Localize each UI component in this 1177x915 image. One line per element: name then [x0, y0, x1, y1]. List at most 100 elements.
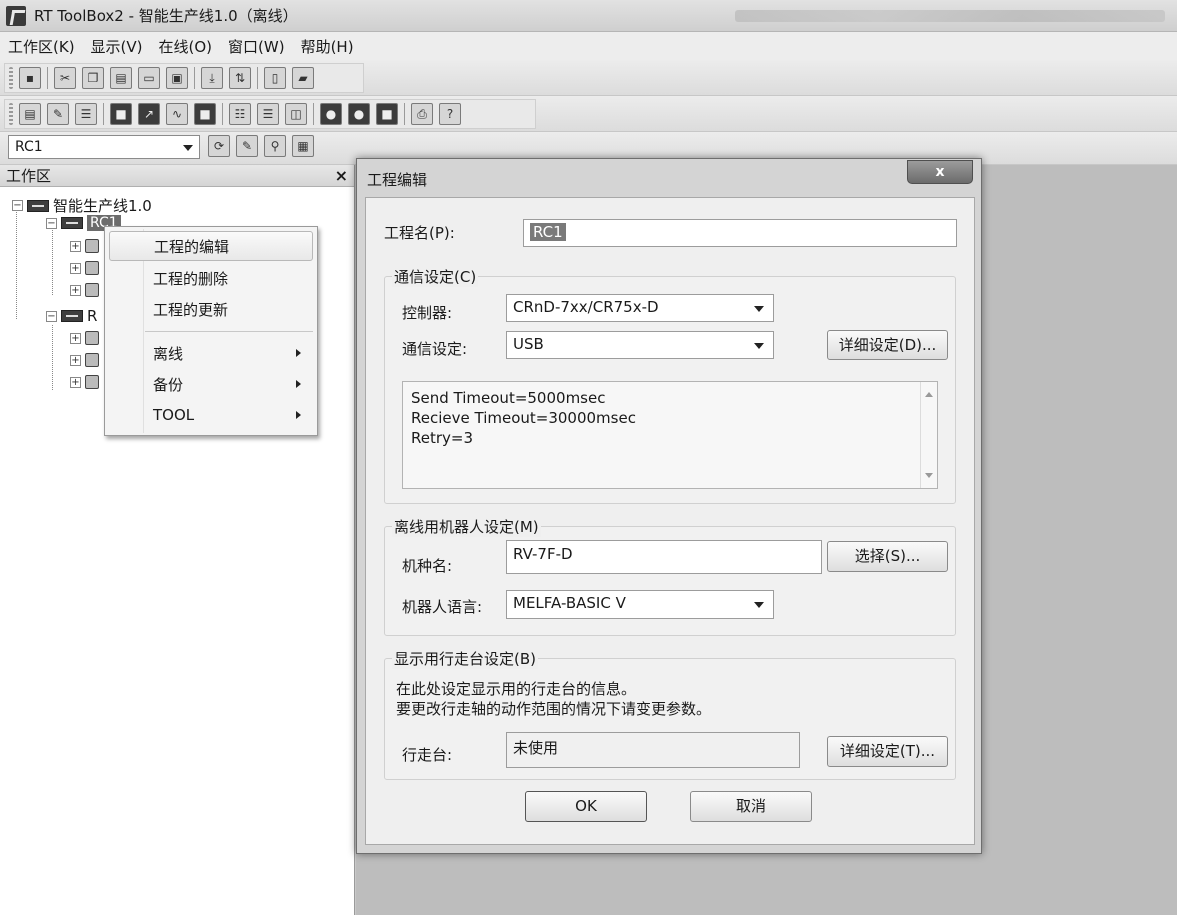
expand-icon[interactable]: +: [70, 262, 81, 274]
track-description-2: 要更改行走轴的动作范围的情况下请变更参数。: [396, 700, 712, 718]
tree-root[interactable]: − 智能生产线1.0: [12, 195, 152, 216]
disconnect-icon[interactable]: ▦: [292, 135, 314, 157]
tree-child[interactable]: +: [70, 375, 99, 389]
tile-vertical-icon[interactable]: ◫: [285, 103, 307, 125]
save-icon[interactable]: ▪: [19, 67, 41, 89]
paste-icon[interactable]: ▤: [110, 67, 132, 89]
offline-group-title: 离线用机器人设定(M): [392, 516, 541, 537]
submenu-arrow-icon: [296, 380, 301, 388]
printer-icon[interactable]: ⎙: [411, 103, 433, 125]
ok-button[interactable]: OK: [525, 791, 647, 822]
controller-select[interactable]: CRnD-7xx/CR75x-D: [506, 294, 774, 322]
scroll-up-icon[interactable]: [925, 392, 933, 397]
tree-project-2[interactable]: − R: [46, 307, 97, 325]
backup-icon: [85, 375, 99, 389]
ctx-item-delete-project[interactable]: 工程的删除: [105, 263, 317, 293]
cancel-button[interactable]: 取消: [690, 791, 812, 822]
expand-icon[interactable]: +: [70, 284, 81, 296]
robot-icon[interactable]: ●: [320, 103, 342, 125]
tree-child[interactable]: +: [70, 283, 99, 297]
expand-icon[interactable]: +: [70, 240, 81, 252]
tree-child[interactable]: +: [70, 239, 99, 253]
tile-stack-icon[interactable]: ☰: [257, 103, 279, 125]
tree-child[interactable]: +: [70, 353, 99, 367]
close-icon[interactable]: ×: [335, 166, 348, 185]
menu-view[interactable]: 显示(V): [91, 36, 143, 57]
comm-detail-button[interactable]: 详细设定(D)...: [827, 330, 948, 360]
clipboard-icon[interactable]: ▭: [138, 67, 160, 89]
toolbar-row-1: ▪ ✂ ❐ ▤ ▭ ▣ ⤓ ⇅ ▯ ▰: [0, 60, 1177, 96]
line-icon: [27, 199, 49, 212]
tile-horizontal-icon[interactable]: ☷: [229, 103, 251, 125]
tree-child[interactable]: +: [70, 331, 99, 345]
offline-icon: [85, 331, 99, 345]
comm-group-title: 通信设定(C): [392, 266, 479, 287]
document-edit-icon[interactable]: ▰: [292, 67, 314, 89]
standard-toolbar: ▪ ✂ ❐ ▤ ▭ ▣ ⤓ ⇅ ▯ ▰: [4, 63, 364, 93]
cut-icon[interactable]: ✂: [54, 67, 76, 89]
collapse-icon[interactable]: −: [12, 200, 23, 211]
ctx-item-offline[interactable]: 离线: [105, 338, 317, 368]
project-name-input[interactable]: RC1: [523, 219, 957, 247]
toolbar-grip[interactable]: [9, 67, 13, 89]
workspace-title: 工作区: [6, 167, 52, 185]
graph-icon[interactable]: ↗: [138, 103, 160, 125]
track-detail-button[interactable]: 详细设定(T)...: [827, 736, 948, 767]
dialog-close-button[interactable]: x: [907, 160, 973, 184]
backup-icon: [85, 283, 99, 297]
edit-program-icon[interactable]: ✎: [47, 103, 69, 125]
track-value-field: 未使用: [506, 732, 800, 768]
menu-online[interactable]: 在线(O): [159, 36, 213, 57]
send-timeout-line: Send Timeout=5000msec: [411, 389, 606, 407]
track-group-title: 显示用行走台设定(B): [392, 648, 538, 669]
collapse-icon[interactable]: −: [46, 310, 57, 322]
track-description-1: 在此处设定显示用的行走台的信息。: [396, 680, 637, 698]
robot-project-icon: [61, 217, 83, 229]
workspace-header: 工作区 ×: [0, 165, 354, 187]
comm-select[interactable]: USB: [506, 331, 774, 359]
new-program-icon[interactable]: ▤: [19, 103, 41, 125]
tree-child[interactable]: +: [70, 261, 99, 275]
scroll-down-icon[interactable]: [925, 473, 933, 478]
help-icon[interactable]: ?: [439, 103, 461, 125]
title-bar: RT ToolBox2 - 智能生产线1.0（离线）: [0, 0, 1177, 32]
menu-bar: 工作区(K) 显示(V) 在线(O) 窗口(W) 帮助(H): [0, 32, 1177, 60]
copy-icon[interactable]: ❐: [82, 67, 104, 89]
maintenance-icon[interactable]: ■: [376, 103, 398, 125]
toolbar-grip[interactable]: [9, 103, 13, 125]
robot-project-icon: [61, 310, 83, 322]
language-select[interactable]: MELFA-BASIC V: [506, 590, 774, 619]
submenu-arrow-icon: [296, 411, 301, 419]
controller-icon[interactable]: ●: [348, 103, 370, 125]
menu-window[interactable]: 窗口(W): [228, 36, 285, 57]
expand-icon[interactable]: +: [70, 332, 81, 344]
program-list-icon[interactable]: ☰: [75, 103, 97, 125]
print-preview-icon[interactable]: ▣: [166, 67, 188, 89]
language-label: 机器人语言:: [402, 598, 483, 616]
select-model-button[interactable]: 选择(S)...: [827, 541, 948, 572]
toolbar-row-2: ▤ ✎ ☰ ■ ↗ ∿ ■ ☷ ☰ ◫ ● ● ■ ⎙ ?: [0, 96, 1177, 132]
ctx-item-update-project[interactable]: 工程的更新: [105, 294, 317, 324]
robot-selector[interactable]: RC1: [8, 135, 200, 159]
document-icon[interactable]: ▯: [264, 67, 286, 89]
link-icon[interactable]: ⚲: [264, 135, 286, 157]
ctx-item-tool[interactable]: TOOL: [105, 400, 317, 430]
expand-icon[interactable]: +: [70, 376, 81, 388]
ctx-item-backup[interactable]: 备份: [105, 369, 317, 399]
monitor-icon[interactable]: ■: [110, 103, 132, 125]
menu-workspace[interactable]: 工作区(K): [8, 36, 75, 57]
download-icon[interactable]: ⤓: [201, 67, 223, 89]
wave-icon[interactable]: ∿: [166, 103, 188, 125]
menu-help[interactable]: 帮助(H): [301, 36, 354, 57]
expand-icon[interactable]: +: [70, 354, 81, 366]
ctx-item-edit-project[interactable]: 工程的编辑: [109, 231, 313, 261]
edit-icon[interactable]: ✎: [236, 135, 258, 157]
model-input[interactable]: RV-7F-D: [506, 540, 822, 574]
robot-toolbar: ▤ ✎ ☰ ■ ↗ ∿ ■ ☷ ☰ ◫ ● ● ■ ⎙ ?: [4, 99, 536, 129]
scrollbar[interactable]: [920, 382, 937, 488]
sort-icon[interactable]: ⇅: [229, 67, 251, 89]
collapse-icon[interactable]: −: [46, 217, 57, 229]
dialog-body: 工程名(P): RC1 通信设定(C) 控制器: CRnD-7xx/CR75x-…: [365, 197, 975, 845]
signal-icon[interactable]: ■: [194, 103, 216, 125]
connect-icon[interactable]: ⟳: [208, 135, 230, 157]
